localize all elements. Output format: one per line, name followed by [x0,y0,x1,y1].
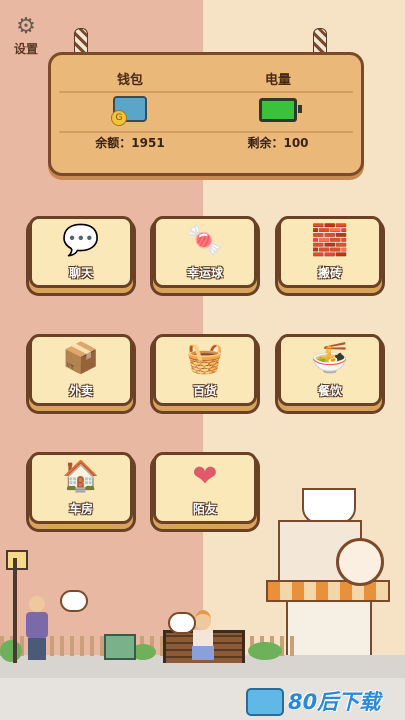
battery-icon [259,98,302,122]
battery-remaining-row: 剩余：100 [203,134,353,151]
tile-label: 搬砖 [317,266,342,280]
menu-tile-move-bricks[interactable]: 🧱 搬砖 [278,216,382,288]
menu-tile-chat[interactable]: 💬 聊天 [29,216,133,288]
coffee-cup-sign [302,488,356,524]
watermark: 80后下载 [238,686,398,716]
status-board: 钱包 G 余额：1951 电量 剩余：100 [48,52,364,176]
tile-label: 幸运球 [186,266,223,280]
battery-panel: 电量 剩余：100 [203,69,353,151]
street-lamp-pole [13,558,17,663]
wallet-panel: 钱包 G 余额：1951 [55,69,205,151]
heart-hands-icon: ❤ [192,459,218,494]
settings-label: 设置 [13,42,38,56]
speech-bubble [168,612,196,634]
menu-tile-lucky-ball[interactable]: 🍬 幸运球 [153,216,257,288]
speech-bubble [60,590,88,612]
tile-label: 外卖 [68,384,93,398]
girl-character [192,610,214,660]
food-bowl-icon: 🍜 [311,341,349,376]
menu-tile-car-house[interactable]: 🏠 车房 [29,452,133,524]
tile-label: 车房 [68,502,93,516]
shopping-basket-icon: 🧺 [186,341,224,376]
wallet-balance-row: 余额：1951 [55,134,205,151]
tile-label: 陌友 [192,502,217,516]
tile-label: 聊天 [68,266,93,280]
wallet-icon: G [111,96,147,126]
balance-value: 1951 [131,136,165,150]
tile-label: 百货 [192,384,217,398]
house-car-icon: 🏠 [62,459,100,494]
remaining-label: 剩余： [247,136,284,150]
balance-label: 余额： [95,136,132,150]
menu-tile-department-store[interactable]: 🧺 百货 [153,334,257,406]
chat-icon: 💬 [62,223,100,258]
street-lamp-head [6,550,28,570]
man-character [24,596,50,662]
shop-awning [266,580,390,602]
wallet-title: 钱包 [116,73,143,88]
coffee-round-sign [336,538,384,586]
remaining-value: 100 [283,136,309,150]
gear-icon: ⚙ [16,14,36,39]
tile-label: 餐饮 [317,384,342,398]
cassette-icon [246,688,284,716]
battery-title: 电量 [264,73,291,88]
delivery-box-icon: 📦 [62,341,100,376]
menu-tile-dining[interactable]: 🍜 餐饮 [278,334,382,406]
wheelbarrow-icon: 🧱 [311,223,349,258]
watermark-text: 80后下载 [288,690,381,714]
mailbox [104,634,136,660]
bush [248,642,282,660]
gumball-machine-icon: 🍬 [186,223,224,258]
bush [0,640,22,662]
settings-button[interactable]: ⚙ 设置 [8,14,44,58]
menu-tile-strangers[interactable]: ❤ 陌友 [153,452,257,524]
menu-tile-delivery[interactable]: 📦 外卖 [29,334,133,406]
